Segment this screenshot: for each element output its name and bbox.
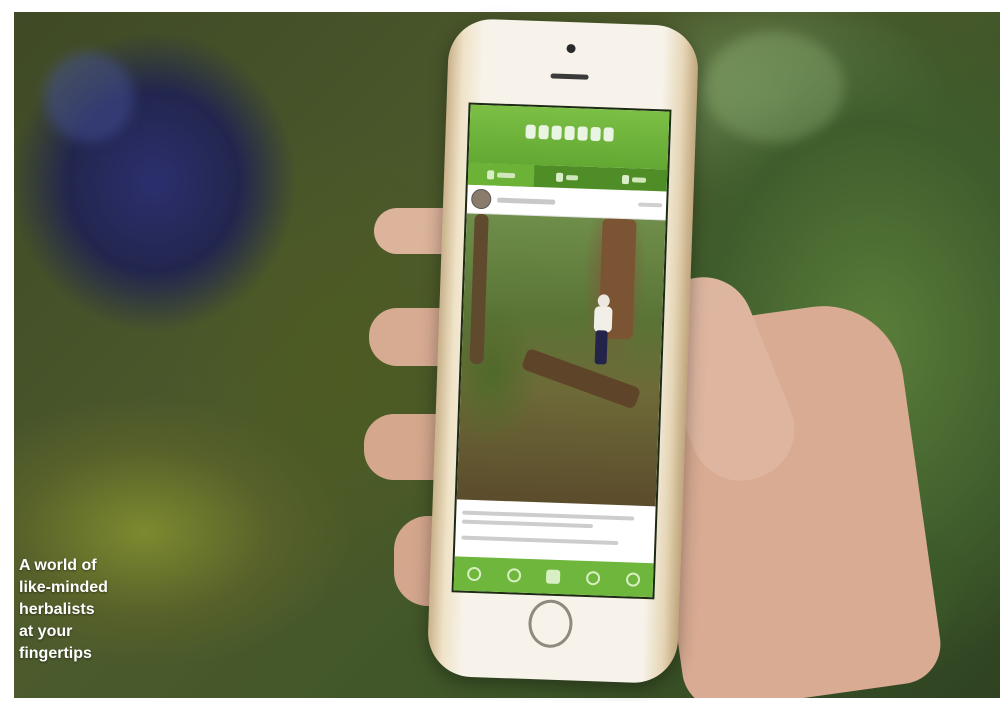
profile-icon[interactable] xyxy=(625,572,641,587)
post-timestamp xyxy=(638,202,663,208)
post-caption xyxy=(455,499,655,546)
front-camera xyxy=(566,43,576,54)
post-photo[interactable] xyxy=(456,213,666,507)
leaf-icon[interactable] xyxy=(586,570,601,586)
smartphone xyxy=(426,17,700,685)
camera-icon[interactable] xyxy=(546,569,561,585)
bokeh-blur xyxy=(44,52,134,142)
caption-line: herbalists xyxy=(19,601,95,618)
tab-local[interactable] xyxy=(600,167,667,191)
earpiece-speaker xyxy=(550,73,589,80)
app-bottom-nav xyxy=(453,556,654,598)
search-icon[interactable] xyxy=(506,568,522,583)
tab-people[interactable] xyxy=(534,165,601,189)
caption-line: A world of xyxy=(19,557,97,574)
tab-global[interactable] xyxy=(467,162,535,187)
caption-line: fingertips xyxy=(19,645,92,662)
caption-line: at your xyxy=(19,623,73,640)
globe-icon xyxy=(487,169,495,179)
bokeh-blur xyxy=(704,32,844,142)
home-button[interactable] xyxy=(527,598,574,649)
phone-screen xyxy=(451,102,672,600)
location-icon xyxy=(621,174,630,184)
avatar[interactable] xyxy=(470,188,492,210)
caption-line: like-minded xyxy=(19,579,108,596)
person-icon xyxy=(556,172,564,182)
post-author[interactable] xyxy=(497,197,556,205)
tree-trunk xyxy=(469,213,489,365)
home-icon[interactable] xyxy=(466,566,482,582)
tree-trunk xyxy=(520,347,642,410)
caption: A world of like-minded herbalists at you… xyxy=(19,555,179,665)
hiker-figure xyxy=(590,294,614,365)
app-header xyxy=(468,104,670,170)
app-logo xyxy=(469,123,669,148)
